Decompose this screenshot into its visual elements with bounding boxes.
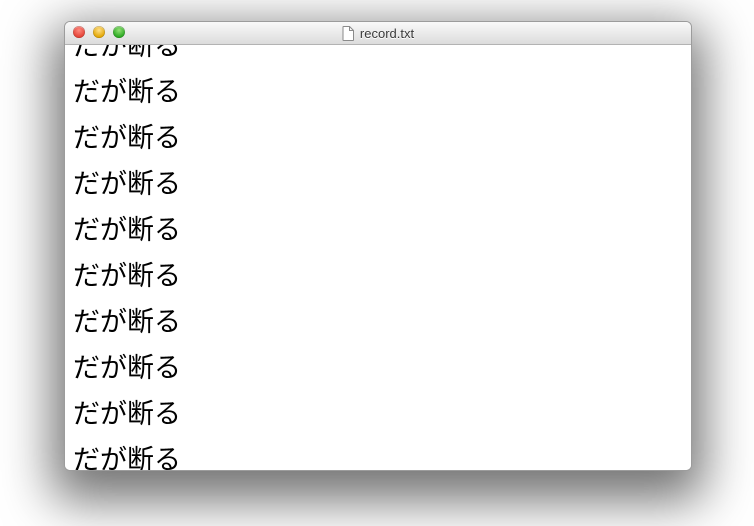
text-line: だが断る [73, 299, 181, 345]
minimize-button[interactable] [93, 26, 105, 38]
text-line: だが断る [73, 207, 181, 253]
text-line: だが断る [73, 115, 181, 161]
text-line: だが断る [73, 69, 181, 115]
text-line: だが断る [73, 45, 181, 69]
titlebar[interactable]: record.txt [65, 22, 691, 45]
text-lines: だが断る だが断る だが断る だが断る だが断る だが断る だが断る だが断る … [73, 45, 181, 470]
text-line: だが断る [73, 253, 181, 299]
traffic-lights [73, 26, 125, 38]
window-title-text: record.txt [360, 26, 414, 41]
text-line: だが断る [73, 161, 181, 207]
text-line: だが断る [73, 391, 181, 437]
editor-window: record.txt だが断る だが断る だが断る だが断る だが断る だが断る… [64, 21, 692, 471]
text-content-area[interactable]: だが断る だが断る だが断る だが断る だが断る だが断る だが断る だが断る … [65, 45, 691, 470]
zoom-button[interactable] [113, 26, 125, 38]
document-icon [342, 26, 355, 41]
close-button[interactable] [73, 26, 85, 38]
text-line: だが断る [73, 345, 181, 391]
window-title: record.txt [342, 26, 414, 41]
text-line: だが断る [73, 437, 181, 470]
